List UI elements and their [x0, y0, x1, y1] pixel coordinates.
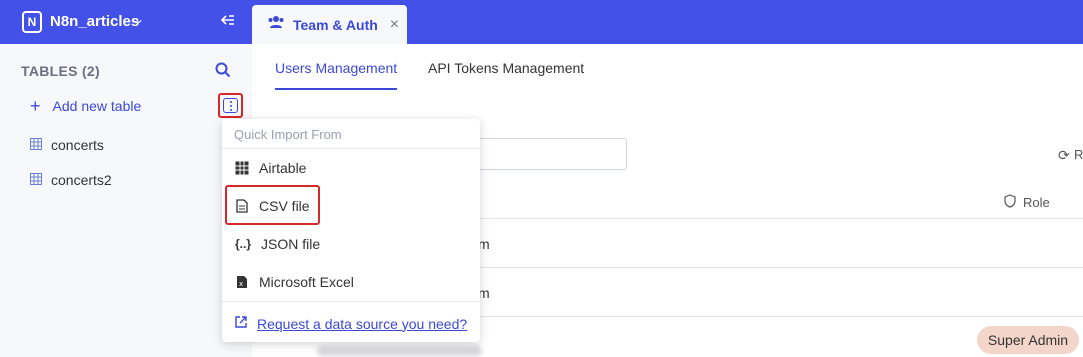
role-badge: Super Admin — [977, 326, 1079, 354]
menu-item-label: CSV file — [259, 198, 310, 214]
sidebar-table-label: concerts2 — [51, 172, 112, 188]
sidebar-table-item[interactable]: concerts2 — [30, 172, 112, 188]
add-new-table-label: Add new table — [52, 98, 142, 114]
tab-api-tokens-management[interactable]: API Tokens Management — [428, 60, 584, 76]
reload-label[interactable]: R — [1074, 147, 1083, 162]
more-options-button[interactable] — [218, 93, 243, 118]
table-grid-icon — [234, 160, 250, 176]
sidebar-table-label: concerts — [51, 137, 104, 153]
tab-users-management[interactable]: Users Management — [275, 60, 397, 76]
svg-text:x: x — [239, 280, 243, 288]
role-column-header: Role — [1023, 195, 1050, 210]
users-icon — [267, 15, 285, 34]
plus-icon: + — [30, 96, 41, 116]
menu-item-label: JSON file — [261, 236, 321, 252]
menu-item-label: Microsoft Excel — [259, 274, 354, 290]
table-grid-icon — [30, 137, 42, 153]
menu-item-json-file[interactable]: {..} JSON file — [234, 236, 320, 252]
shield-icon — [1003, 194, 1017, 213]
chevron-down-icon[interactable]: ⌄ — [134, 12, 144, 26]
nocodb-logo-icon: N — [22, 11, 42, 33]
add-new-table-button[interactable]: + Add new table — [30, 96, 142, 116]
tab-label: Team & Auth — [293, 16, 378, 33]
menu-item-label: Airtable — [259, 160, 307, 176]
close-icon[interactable]: × — [390, 16, 399, 34]
json-braces-icon: {..} — [234, 237, 251, 251]
menu-item-airtable[interactable]: Airtable — [234, 160, 306, 176]
kebab-menu-icon — [223, 98, 238, 113]
search-icon[interactable] — [214, 61, 232, 84]
quick-import-dropdown: Quick Import From Airtable CSV file {..}… — [222, 119, 480, 342]
dropdown-divider — [222, 148, 480, 149]
request-link-label: Request a data source you need? — [257, 315, 468, 332]
sidebar-table-item[interactable]: concerts — [30, 137, 104, 153]
external-link-icon — [234, 315, 248, 332]
tab-bar: Team & Auth × — [252, 0, 1083, 44]
tables-section-header: TABLES (2) — [21, 63, 100, 79]
request-data-source-link[interactable]: Request a data source you need? — [234, 315, 467, 332]
reload-icon[interactable]: ⟳ — [1058, 147, 1070, 164]
tab-team-auth[interactable]: Team & Auth × — [252, 5, 407, 44]
project-name[interactable]: N8n_articles — [50, 13, 139, 30]
redacted-email — [317, 346, 482, 356]
dropdown-divider — [222, 301, 480, 302]
excel-icon: x — [234, 274, 250, 290]
table-grid-icon — [30, 172, 42, 188]
file-text-icon — [234, 198, 250, 214]
dropdown-header: Quick Import From — [234, 127, 342, 142]
collapse-sidebar-icon[interactable] — [220, 12, 236, 33]
sidebar-header: N N8n_articles ⌄ — [0, 0, 252, 44]
active-tab-underline — [275, 88, 397, 90]
menu-item-microsoft-excel[interactable]: x Microsoft Excel — [234, 274, 354, 290]
menu-item-csv-file[interactable]: CSV file — [234, 198, 310, 214]
sidebar: N N8n_articles ⌄ TABLES (2) + Add new ta… — [0, 0, 252, 357]
